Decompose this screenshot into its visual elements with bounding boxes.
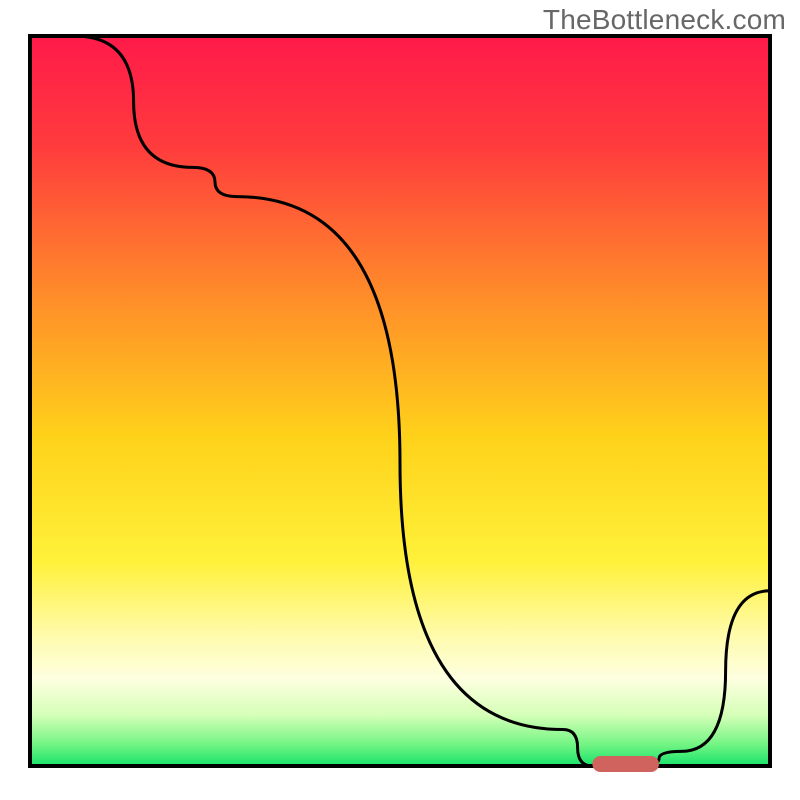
- optimum-marker: [592, 756, 659, 772]
- bottleneck-chart: [0, 0, 800, 800]
- plot-background: [30, 36, 770, 766]
- chart-container: TheBottleneck.com: [0, 0, 800, 800]
- watermark-label: TheBottleneck.com: [543, 4, 786, 36]
